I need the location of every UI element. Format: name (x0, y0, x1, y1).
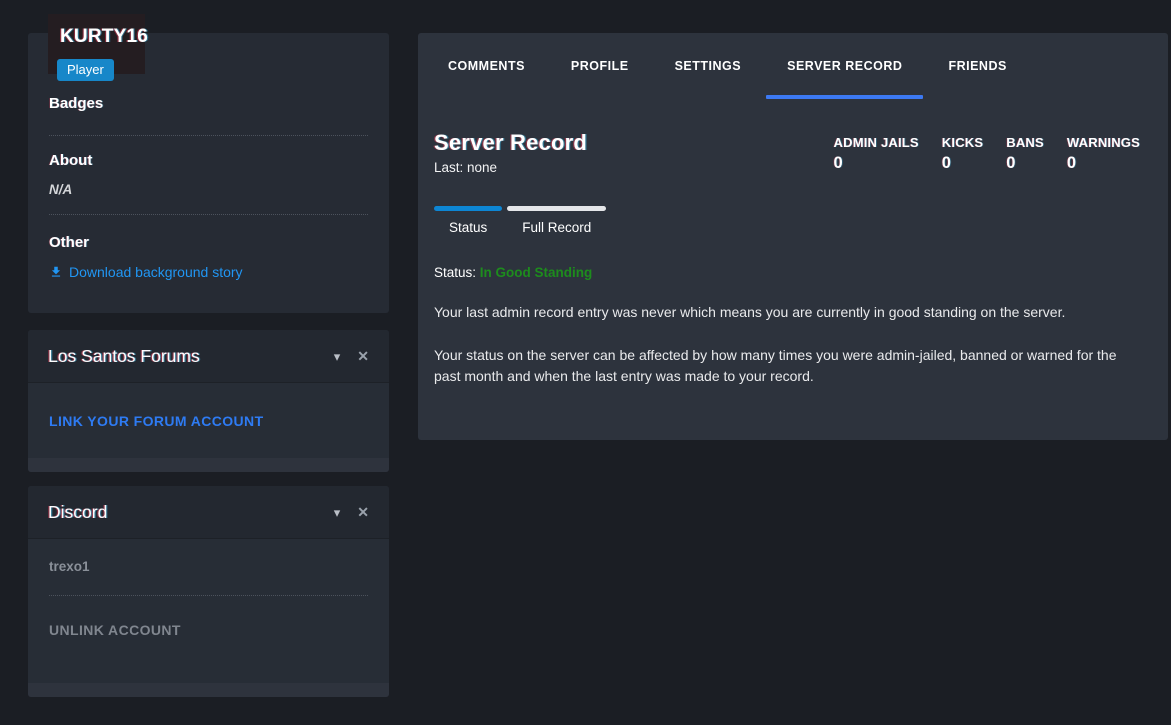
tab-comments[interactable]: COMMENTS (432, 33, 541, 99)
server-record-header: Server Record Last: none ADMIN JAILS 0 K… (434, 130, 1140, 175)
discord-card-title: Discord (48, 502, 107, 523)
download-link-label: Download background story (69, 264, 243, 280)
subtab-label: Status (434, 211, 502, 235)
subtab-status[interactable]: Status (434, 206, 502, 235)
profile-main-panel: COMMENTS PROFILE SETTINGS SERVER RECORD … (418, 33, 1168, 440)
close-icon[interactable]: ✕ (357, 505, 369, 519)
download-icon (49, 265, 63, 279)
status-line: Status: In Good Standing (434, 265, 1140, 280)
forum-card-header: Los Santos Forums ▾ ✕ (28, 330, 389, 383)
about-heading: About (49, 152, 368, 169)
divider (49, 214, 368, 215)
close-icon[interactable]: ✕ (357, 349, 369, 363)
server-record-content: Server Record Last: none ADMIN JAILS 0 K… (418, 130, 1168, 387)
discord-card-body: trexo1 UNLINK ACCOUNT (28, 539, 389, 683)
unlink-account-button[interactable]: UNLINK ACCOUNT (49, 622, 181, 638)
subtab-full-record[interactable]: Full Record (507, 206, 606, 235)
tab-friends[interactable]: FRIENDS (932, 33, 1022, 99)
discord-card-header: Discord ▾ ✕ (28, 486, 389, 539)
stat-warnings: WARNINGS 0 (1067, 135, 1140, 175)
discord-card-footer (28, 683, 389, 697)
status-label: Status: (434, 265, 476, 280)
username-box: KURTY16 Player (48, 14, 145, 74)
profile-tabs: COMMENTS PROFILE SETTINGS SERVER RECORD … (418, 33, 1168, 99)
tab-settings[interactable]: SETTINGS (659, 33, 758, 99)
record-paragraph-2: Your status on the server can be affecte… (434, 345, 1140, 387)
forum-card-title: Los Santos Forums (48, 346, 200, 367)
stat-bans: BANS 0 (1006, 135, 1044, 175)
divider (49, 135, 368, 136)
username: KURTY16 (60, 26, 145, 48)
tab-server-record[interactable]: SERVER RECORD (771, 33, 918, 99)
link-forum-account-button[interactable]: LINK YOUR FORUM ACCOUNT (49, 413, 264, 429)
stat-label: ADMIN JAILS (834, 135, 919, 150)
other-heading: Other (49, 234, 368, 251)
status-value: In Good Standing (480, 265, 592, 280)
collapse-caret-icon[interactable]: ▾ (334, 350, 341, 363)
record-paragraph-1: Your last admin record entry was never w… (434, 302, 1140, 323)
about-value: N/A (49, 182, 368, 197)
subtab-label: Full Record (507, 211, 606, 235)
record-subtabs: Status Full Record (434, 206, 1140, 235)
record-stats: ADMIN JAILS 0 KICKS 0 BANS 0 WARNINGS 0 (834, 135, 1140, 175)
sidebar: KURTY16 Player Badges About N/A Other Do… (28, 33, 389, 711)
discord-card: Discord ▾ ✕ trexo1 UNLINK ACCOUNT (28, 486, 389, 697)
badges-heading: Badges (49, 95, 368, 112)
tab-profile[interactable]: PROFILE (555, 33, 645, 99)
download-background-story-link[interactable]: Download background story (49, 264, 243, 280)
stat-admin-jails: ADMIN JAILS 0 (834, 135, 919, 175)
stat-label: KICKS (942, 135, 983, 150)
server-record-title: Server Record (434, 130, 587, 156)
last-record-label: Last: none (434, 160, 587, 175)
stat-kicks: KICKS 0 (942, 135, 983, 175)
forum-card-body: LINK YOUR FORUM ACCOUNT (28, 383, 389, 458)
discord-account-name: trexo1 (49, 559, 368, 574)
collapse-caret-icon[interactable]: ▾ (334, 506, 341, 519)
stat-value: 0 (942, 154, 983, 173)
forum-card-footer (28, 458, 389, 472)
stat-value: 0 (1006, 154, 1044, 173)
stat-value: 0 (1067, 154, 1140, 173)
stat-label: BANS (1006, 135, 1044, 150)
profile-card: KURTY16 Player Badges About N/A Other Do… (28, 33, 389, 313)
player-role-badge: Player (57, 59, 114, 81)
stat-label: WARNINGS (1067, 135, 1140, 150)
forum-card: Los Santos Forums ▾ ✕ LINK YOUR FORUM AC… (28, 330, 389, 472)
stat-value: 0 (834, 154, 919, 173)
divider (49, 595, 368, 596)
